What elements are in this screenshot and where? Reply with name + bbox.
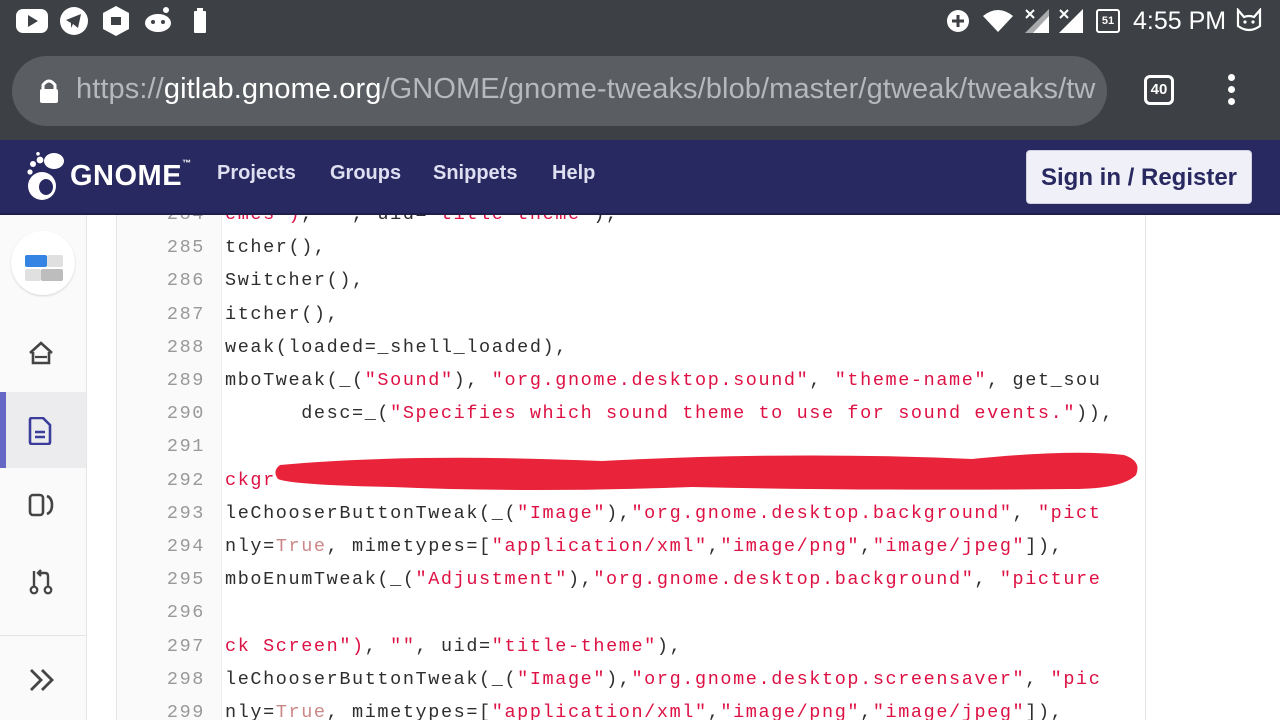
code-text: leChooserButtonTweak(_("Image"),"org.gno… xyxy=(225,502,1102,524)
redaction-mark xyxy=(275,452,1138,490)
code-text: nly=True, mimetypes=["application/xml","… xyxy=(225,536,1064,557)
nav-help[interactable]: Help xyxy=(552,162,595,185)
code-text: emes"), "", uid="title-theme"), xyxy=(225,215,619,225)
line-number[interactable]: 295 xyxy=(117,569,205,590)
clock: 4:55 PM xyxy=(1133,7,1227,35)
sidebar-item-project[interactable] xyxy=(0,316,86,392)
code-text: nly=True, mimetypes=["application/xml","… xyxy=(225,702,1064,720)
line-number[interactable]: 285 xyxy=(117,237,205,258)
sidebar-divider xyxy=(0,635,86,636)
code-text: mboTweak(_("Sound"), "org.gnome.desktop.… xyxy=(225,370,1102,391)
nav-snippets[interactable]: Snippets xyxy=(433,162,517,185)
project-avatar[interactable] xyxy=(11,231,75,295)
code-line: 293 leChooserButtonTweak(_("Image"),"org.… xyxy=(117,503,1145,536)
code-text: mboEnumTweak(_("Adjustment"),"org.gnome.… xyxy=(225,569,1102,591)
line-number[interactable]: 286 xyxy=(117,270,205,291)
code-line: 295 mboEnumTweak(_("Adjustment"),"org.gno… xyxy=(117,569,1145,602)
line-number[interactable]: 299 xyxy=(117,702,205,720)
code-line: 299 nly=True, mimetypes=["application/xml… xyxy=(117,702,1145,720)
line-number[interactable]: 298 xyxy=(117,669,205,690)
issues-icon xyxy=(28,493,54,517)
code-line: 284 emes"), "", uid="title-theme"), xyxy=(117,215,1145,237)
sidebar-item-merge-requests[interactable] xyxy=(0,544,86,620)
project-sidebar xyxy=(0,215,87,720)
code-text: weak(loaded=_shell_loaded), xyxy=(225,336,568,358)
code-line: 289 mboTweak(_("Sound"), "org.gnome.deskt… xyxy=(117,370,1145,403)
sidebar-item-repository[interactable] xyxy=(0,392,86,468)
line-number[interactable]: 289 xyxy=(117,370,205,391)
line-number[interactable]: 292 xyxy=(117,470,205,491)
code-text: ck Screen"), "", uid="title-theme"), xyxy=(225,635,683,657)
url-scheme: https:// xyxy=(76,73,164,105)
code-text: Switcher(), xyxy=(225,270,365,292)
sidebar-expand-button[interactable] xyxy=(0,643,86,719)
telegram-icon xyxy=(60,7,88,35)
code-line: 286 Switcher(), xyxy=(117,270,1145,303)
line-number[interactable]: 293 xyxy=(117,503,205,524)
code-line: 296 xyxy=(117,602,1145,635)
line-number[interactable]: 297 xyxy=(117,636,205,657)
cat-icon xyxy=(1236,8,1262,32)
code-text: desc=_("Specifies which sound theme to u… xyxy=(225,403,1115,425)
line-number[interactable]: 294 xyxy=(117,536,205,557)
code-text: leChooserButtonTweak(_("Image"),"org.gno… xyxy=(225,668,1102,690)
browser-toolbar: https://gitlab.gnome.org/GNOME/gnome-twe… xyxy=(0,42,1280,140)
youtube-icon xyxy=(16,9,48,33)
battery-saver-icon xyxy=(194,8,206,33)
nav-groups[interactable]: Groups xyxy=(330,162,401,185)
line-number[interactable]: 296 xyxy=(117,602,205,623)
reddit-icon xyxy=(145,7,171,32)
project-home-icon xyxy=(29,341,53,365)
sidebar-item-issues[interactable] xyxy=(0,468,86,544)
gitlab-navbar: GNOME™ Projects Groups Snippets Help Sig… xyxy=(0,140,1280,215)
repository-icon xyxy=(28,417,52,445)
line-number[interactable]: 291 xyxy=(117,436,205,457)
address-bar[interactable]: https://gitlab.gnome.org/GNOME/gnome-twe… xyxy=(12,56,1107,126)
url-text[interactable]: https://gitlab.gnome.org/GNOME/gnome-twe… xyxy=(76,73,1095,106)
line-number[interactable]: 287 xyxy=(117,304,205,325)
data-saver-icon xyxy=(947,10,969,32)
gnome-foot-logo[interactable] xyxy=(26,152,70,202)
code-text: ckgr xyxy=(225,469,276,491)
code-line: 287 itcher(), xyxy=(117,304,1145,337)
toggle-avatar-icon xyxy=(25,255,63,281)
code-line: 297 ck Screen"), "", uid="title-theme"), xyxy=(117,636,1145,669)
url-host: gitlab.gnome.org xyxy=(163,73,382,105)
hexagon-app-icon xyxy=(103,6,129,36)
expand-sidebar-icon xyxy=(30,669,54,691)
brand-name[interactable]: GNOME™ xyxy=(70,158,192,193)
wifi-icon xyxy=(983,10,1013,32)
code-line: 298 leChooserButtonTweak(_("Image"),"org.… xyxy=(117,669,1145,702)
code-line: 288 weak(loaded=_shell_loaded), xyxy=(117,337,1145,370)
code-text: itcher(), xyxy=(225,303,340,325)
signal-x-icon xyxy=(1025,9,1049,33)
lock-icon xyxy=(40,79,58,103)
code-line: 290 desc=_("Specifies which sound theme … xyxy=(117,403,1145,436)
code-text: tcher(), xyxy=(225,237,327,259)
signal-x-icon xyxy=(1059,9,1083,33)
sim-51-icon: 51 xyxy=(1096,9,1120,33)
status-bar: 51 4:55 PM xyxy=(0,0,1280,42)
code-line: 294 nly=True, mimetypes=["application/xml… xyxy=(117,536,1145,569)
sign-in-button[interactable]: Sign in / Register xyxy=(1026,150,1252,204)
tab-switcher-button[interactable]: 40 xyxy=(1144,75,1174,105)
line-number[interactable]: 288 xyxy=(117,337,205,358)
line-number[interactable]: 284 xyxy=(117,215,205,225)
nav-projects[interactable]: Projects xyxy=(217,162,296,185)
line-number[interactable]: 290 xyxy=(117,403,205,424)
url-path: /GNOME/gnome-tweaks/blob/master/gtweak/t… xyxy=(381,73,1096,105)
code-line: 285 tcher(), xyxy=(117,237,1145,270)
merge-requests-icon xyxy=(29,569,53,595)
overflow-menu-icon[interactable] xyxy=(1222,74,1240,110)
